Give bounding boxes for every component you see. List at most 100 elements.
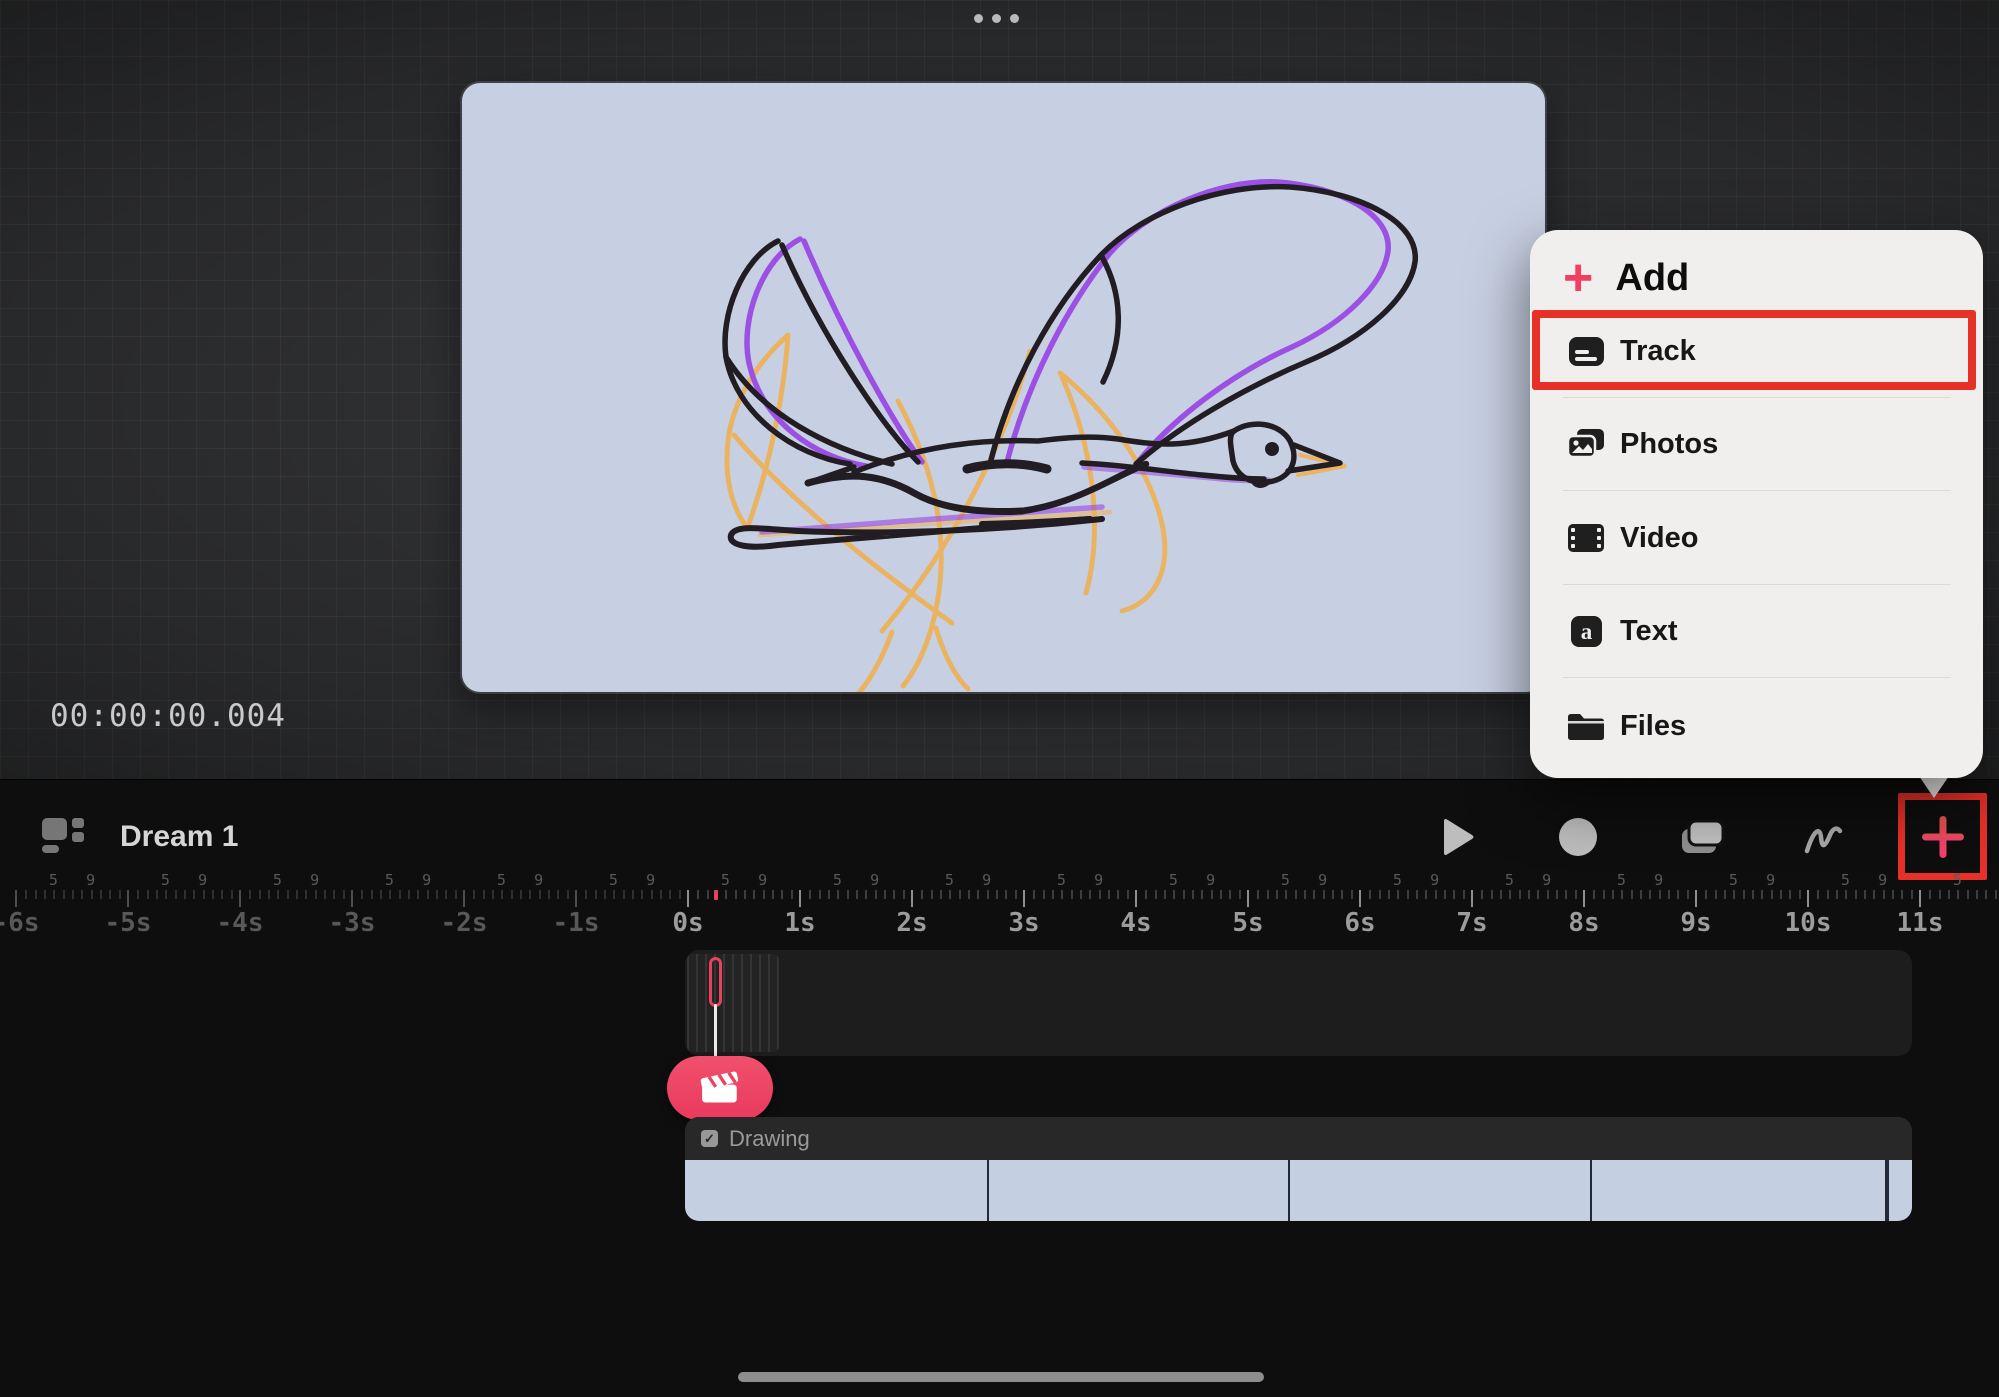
ruler-minor-tick <box>1995 890 1997 899</box>
ruler-minor-tick <box>1789 890 1791 899</box>
ruler-minor-tick <box>744 890 746 899</box>
ruler-frame-label: 5 <box>939 871 959 888</box>
menu-item-photos[interactable]: Photos <box>1530 413 1983 475</box>
ruler-minor-tick <box>1724 890 1726 899</box>
photos-icon <box>1568 429 1604 459</box>
ruler-minor-tick <box>1071 890 1073 899</box>
ruler-frame-label: 5 <box>715 871 735 888</box>
ruler-minor-tick <box>1341 890 1343 899</box>
ruler-minor-tick <box>1089 890 1091 899</box>
clip-thumbnail[interactable] <box>687 954 779 1052</box>
ruler-minor-tick <box>184 890 186 899</box>
ruler-minor-tick <box>539 890 541 899</box>
ruler-minor-tick <box>1080 890 1082 899</box>
ruler-major-tick <box>127 890 129 907</box>
drawing-track-checkbox[interactable]: ✓ <box>701 1130 718 1147</box>
ruler-minor-tick <box>193 890 195 899</box>
menu-item-label: Track <box>1620 335 1696 368</box>
ruler-second-label: 6s <box>1304 908 1416 938</box>
add-menu-plus-icon: + <box>1563 252 1593 304</box>
ruler-minor-tick <box>529 890 531 899</box>
menu-item-video[interactable]: Video <box>1530 507 1983 569</box>
play-button[interactable] <box>1432 812 1484 862</box>
ruler-minor-tick <box>604 890 606 899</box>
ruler-minor-tick <box>361 890 363 899</box>
ruler-major-tick <box>687 890 689 907</box>
video-track <box>685 950 1912 1056</box>
ruler-minor-tick <box>249 890 251 899</box>
menu-item-track[interactable]: Track <box>1530 320 1983 382</box>
files-folder-icon <box>1568 712 1604 740</box>
ruler-minor-tick <box>1911 890 1913 899</box>
horizontal-scrollbar[interactable] <box>738 1372 1264 1382</box>
add-menu: + Add Track Photos <box>1530 230 1983 778</box>
ruler-minor-tick <box>287 890 289 899</box>
ruler-minor-tick <box>1276 890 1278 899</box>
ruler-frame-label: 9 <box>753 871 773 888</box>
drag-handle[interactable] <box>974 14 1019 23</box>
ruler-major-tick <box>799 890 801 907</box>
clip-separator <box>1590 1160 1592 1221</box>
ruler-minor-tick <box>1547 890 1549 899</box>
clip-separator <box>987 1160 989 1221</box>
ruler-minor-tick <box>1183 890 1185 899</box>
ruler-minor-tick <box>1164 890 1166 899</box>
scribble-button[interactable] <box>1796 812 1852 862</box>
ruler-minor-tick <box>455 890 457 899</box>
ruler-minor-tick <box>772 890 774 899</box>
ruler-minor-tick <box>72 890 74 899</box>
ruler-minor-tick <box>1649 890 1651 899</box>
ruler-frame-label: 5 <box>43 871 63 888</box>
ruler-playhead-tick <box>714 890 718 900</box>
ruler-minor-tick <box>1883 890 1885 899</box>
record-icon <box>1558 817 1598 857</box>
playhead[interactable] <box>709 957 722 1007</box>
ruler-minor-tick <box>791 890 793 899</box>
ruler-minor-tick <box>1957 890 1959 899</box>
projects-button[interactable] <box>36 812 92 862</box>
record-button[interactable] <box>1552 812 1604 862</box>
ruler-frame-label: 5 <box>1387 871 1407 888</box>
menu-divider <box>1563 584 1951 585</box>
ruler-minor-tick <box>977 890 979 899</box>
plus-icon <box>1920 814 1966 860</box>
menu-item-files[interactable]: Files <box>1530 695 1983 757</box>
ruler-minor-tick <box>212 890 214 899</box>
ruler-minor-tick <box>931 890 933 899</box>
ruler-minor-tick <box>996 890 998 899</box>
ruler-minor-tick <box>1780 890 1782 899</box>
ruler-minor-tick <box>1491 890 1493 899</box>
ruler-minor-tick <box>156 890 158 899</box>
ruler-minor-tick <box>828 890 830 899</box>
ruler-minor-tick <box>1827 890 1829 899</box>
ruler-minor-tick <box>837 890 839 899</box>
ruler-minor-tick <box>1407 890 1409 899</box>
ruler-minor-tick <box>1043 890 1045 899</box>
add-button[interactable] <box>1916 810 1970 864</box>
ruler-second-label: 1s <box>744 908 856 938</box>
ruler-minor-tick <box>893 890 895 899</box>
menu-item-label: Files <box>1620 710 1686 743</box>
ruler-minor-tick <box>1939 890 1941 899</box>
ruler-minor-tick <box>1901 890 1903 899</box>
ruler-minor-tick <box>1267 890 1269 899</box>
ruler-minor-tick <box>1108 890 1110 899</box>
ruler-second-label: 5s <box>1192 908 1304 938</box>
ruler-second-label: -1s <box>520 908 632 938</box>
drawing-canvas[interactable] <box>462 83 1545 692</box>
ruler-minor-tick <box>1192 890 1194 899</box>
ruler-frame-label: 5 <box>1835 871 1855 888</box>
layers-button[interactable] <box>1674 812 1732 862</box>
ruler[interactable]: -6s59-5s59-4s59-3s59-2s59-1s590s591s592s… <box>0 870 1999 944</box>
ruler-minor-tick <box>697 890 699 899</box>
drawing-clips[interactable] <box>685 1160 1912 1221</box>
menu-item-text[interactable]: a Text <box>1530 600 1983 662</box>
menu-divider <box>1563 677 1951 678</box>
ruler-minor-tick <box>1117 890 1119 899</box>
track-icon <box>1569 337 1604 366</box>
video-track-badge[interactable] <box>667 1056 773 1120</box>
ruler-minor-tick <box>343 890 345 899</box>
ruler-minor-tick <box>315 890 317 899</box>
ruler-minor-tick <box>725 890 727 899</box>
ruler-minor-tick <box>1705 890 1707 899</box>
